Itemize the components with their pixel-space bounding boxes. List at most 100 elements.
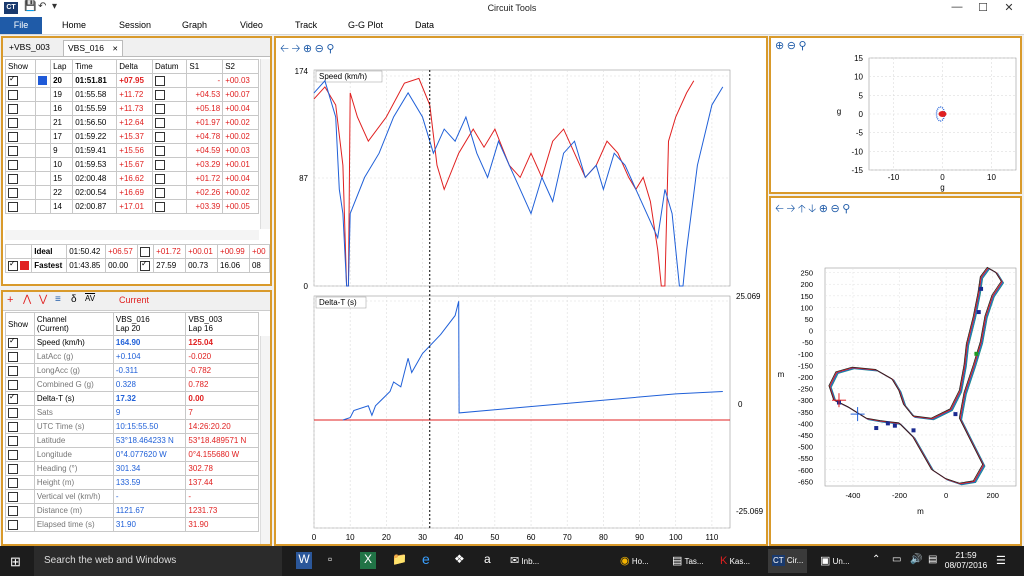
track-right-icon[interactable]: 🡢	[786, 203, 795, 215]
taskbar-app-chrome[interactable]: ◉ Ho...	[620, 549, 649, 573]
laps-hscrollbar[interactable]	[5, 230, 259, 240]
taskbar-search[interactable]: Search the web and Windows	[34, 546, 282, 576]
tray-volume-icon[interactable]: 🔊	[910, 554, 922, 565]
channel-row[interactable]: Speed (km/h)164.90125.04	[5, 335, 259, 350]
lap-show-checkbox[interactable]	[8, 74, 18, 86]
tab-vbs-003[interactable]: +VBS_003	[5, 40, 54, 55]
menu-session[interactable]: Session	[119, 20, 151, 30]
gg-zoom-in-icon[interactable]: ⊕	[775, 40, 784, 52]
lap-datum-checkbox[interactable]	[155, 159, 166, 170]
taskbar-clock[interactable]: 21:59 08/07/2016	[944, 550, 988, 570]
gg-zoom-fit-icon[interactable]: ⚲	[798, 40, 806, 52]
lap-show-checkbox[interactable]	[8, 89, 18, 100]
menu-data[interactable]: Data	[415, 20, 434, 30]
zoom-fit-icon[interactable]: ⚲	[326, 43, 334, 55]
col-datum[interactable]: Datum	[152, 59, 188, 74]
channel-row[interactable]: Sats 9 7	[5, 405, 259, 420]
lap-datum-checkbox[interactable]	[155, 103, 166, 114]
lap-datum-checkbox[interactable]	[155, 145, 166, 156]
lap-row[interactable]: 9 01:59.41 +15.56 +04.59 +00.03	[5, 143, 259, 158]
channel-row[interactable]: Height (m) 133.59 137.44	[5, 475, 259, 490]
lap-color-swatch[interactable]	[38, 118, 47, 127]
amazon-icon[interactable]: a	[484, 552, 491, 566]
excel-app-icon[interactable]: X	[360, 552, 376, 569]
channel-row[interactable]: LatAcc (g) +0.104 -0.020	[5, 349, 259, 364]
menu-graph[interactable]: Graph	[182, 20, 207, 30]
track-map-canvas[interactable]: 250 200 150 100 50 0 -50 -100 -150 -200 -250 -300 -3…	[771, 216, 1020, 544]
channel-row[interactable]: Heading (°) 301.34 302.78	[5, 461, 259, 476]
channel-show-checkbox[interactable]	[8, 392, 18, 404]
taskbar-app-circuit-tools[interactable]: CT Cir...	[768, 549, 808, 573]
col-s2[interactable]: S2	[222, 59, 259, 74]
lap-color-swatch[interactable]	[38, 174, 47, 183]
ch-col-session1[interactable]: VBS_016 Lap 20	[112, 312, 187, 336]
lap-row[interactable]: 2001:51.81+07.95 -+00.03	[5, 73, 259, 88]
lap-row[interactable]: 21 01:56.50 +12.64 +01.97 +00.02	[5, 115, 259, 130]
lap-color-swatch[interactable]	[38, 104, 47, 113]
channel-show-checkbox[interactable]	[8, 463, 18, 474]
ideal-datum-checkbox[interactable]	[140, 246, 151, 257]
lap-show-checkbox[interactable]	[8, 159, 18, 170]
taskbar-app-inbox[interactable]: ✉ Inb...	[510, 549, 539, 573]
track-zoom-fit-icon[interactable]: ⚲	[842, 203, 850, 215]
graph-canvas[interactable]: 0 10 20 30 40 50 60 70 80 90 100 110 174 87 0 Speed (km…	[276, 56, 766, 544]
lap-row[interactable]: 22 02:00.54 +16.69 +02.26 +00.02	[5, 185, 259, 200]
zoom-in-icon[interactable]: ⊕	[303, 43, 312, 55]
laps-scrollbar[interactable]	[260, 59, 270, 229]
ch-col-show[interactable]: Show	[5, 312, 35, 336]
menu-video[interactable]: Video	[240, 20, 263, 30]
lap-show-checkbox[interactable]	[8, 103, 18, 114]
channel-show-checkbox[interactable]	[8, 435, 18, 446]
lap-row[interactable]: 17 01:59.22 +15.37 +04.78 +00.02	[5, 129, 259, 144]
lap-color-swatch[interactable]	[38, 202, 47, 211]
menu-track[interactable]: Track	[295, 20, 317, 30]
channel-show-checkbox[interactable]	[8, 491, 18, 502]
trough-icon[interactable]: ⋁	[39, 294, 47, 305]
lap-show-checkbox[interactable]	[8, 173, 18, 184]
range-icon[interactable]: ≡	[55, 294, 61, 305]
track-down-icon[interactable]: 🡣	[808, 203, 816, 215]
channel-row[interactable]: Latitude 53°18.464233 N 53°18.489571 N	[5, 433, 259, 448]
lap-color-swatch[interactable]	[38, 146, 47, 155]
gg-plot-canvas[interactable]: 15 10 5 0 -5 -10 -15 -10 0 10 g g	[771, 54, 1020, 192]
lap-datum-checkbox[interactable]	[155, 187, 166, 198]
close-button[interactable]: ✕	[998, 1, 1020, 14]
channel-show-checkbox[interactable]	[8, 449, 18, 460]
file-explorer-icon[interactable]: 📁	[392, 552, 407, 566]
lap-show-checkbox[interactable]	[8, 145, 18, 156]
lap-show-checkbox[interactable]	[8, 131, 18, 142]
lap-datum-checkbox[interactable]	[155, 201, 166, 212]
menu-home[interactable]: Home	[62, 20, 86, 30]
col-delta[interactable]: Delta	[116, 59, 154, 74]
track-zoom-out-icon[interactable]: ⊖	[830, 203, 839, 215]
channel-row[interactable]: Vertical vel (km/h) - -	[5, 489, 259, 504]
lap-show-checkbox[interactable]	[8, 187, 18, 198]
col-lap[interactable]: Lap	[50, 59, 74, 74]
taskbar-app-unknown[interactable]: ▣ Un...	[820, 549, 850, 573]
taskbar-app-kaspersky[interactable]: K Kas...	[720, 549, 750, 573]
zoom-out-icon[interactable]: ⊖	[315, 43, 324, 55]
add-marker-icon[interactable]: +	[7, 294, 13, 306]
channel-row[interactable]: Delta-T (s)17.320.00	[5, 391, 259, 406]
channel-show-checkbox[interactable]	[8, 379, 18, 390]
track-left-icon[interactable]: 🡠	[775, 203, 784, 215]
tab-close-icon[interactable]: ✕	[112, 46, 118, 53]
col-time[interactable]: Time	[72, 59, 118, 74]
lap-row[interactable]: 19 01:55.58 +11.72 +04.53 +00.07	[5, 87, 259, 102]
fastest-datum-checkbox[interactable]	[140, 259, 151, 271]
lap-color-swatch[interactable]	[38, 188, 47, 197]
peak-icon[interactable]: ⋀	[23, 294, 31, 305]
edge-browser-icon[interactable]: e	[422, 551, 430, 567]
average-icon[interactable]: AV	[85, 294, 95, 303]
ch-col-session2[interactable]: VBS_003 Lap 16	[185, 312, 259, 336]
channel-row[interactable]: UTC Time (s) 10:15:55.50 14:26:20.20	[5, 419, 259, 434]
lap-show-checkbox[interactable]	[8, 117, 18, 128]
channel-show-checkbox[interactable]	[8, 336, 18, 348]
notifications-icon[interactable]: ☰	[996, 554, 1006, 567]
lap-row[interactable]: 14 02:00.87 +17.01 +03.39 +00.05	[5, 199, 259, 214]
tab-vbs-016[interactable]: VBS_016 ✕	[63, 40, 124, 56]
lap-datum-checkbox[interactable]	[155, 89, 166, 100]
col-s1[interactable]: S1	[186, 59, 224, 74]
fastest-color-swatch[interactable]	[20, 261, 30, 270]
col-show[interactable]: Show	[5, 59, 37, 74]
